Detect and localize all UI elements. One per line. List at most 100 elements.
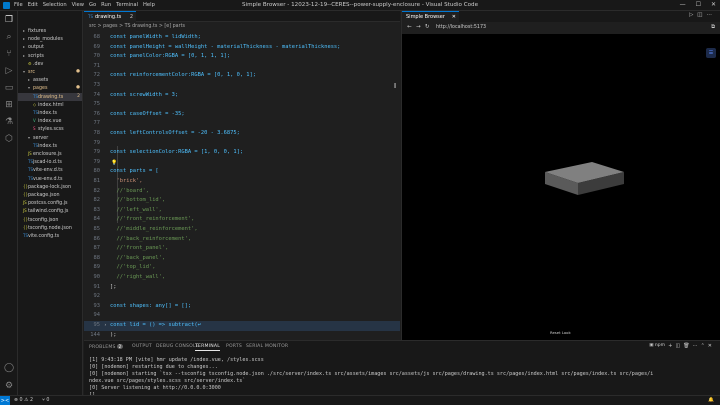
- code-line[interactable]: 82 //'board',: [84, 187, 400, 197]
- file-item[interactable]: Sstyles.scss: [18, 125, 82, 133]
- terminal-line[interactable]: ndex.vue src/pages/styles.scss src/serve…: [89, 378, 245, 385]
- tab-badge[interactable]: 2: [130, 12, 133, 22]
- code-line[interactable]: 70 const panelColor:RGBA = [0, 1, 1, 1];: [84, 52, 400, 62]
- file-item[interactable]: Vindex.vue: [18, 117, 82, 125]
- back-arrow-icon[interactable]: ←: [407, 24, 412, 30]
- folder-item[interactable]: ▸ fixtures: [18, 27, 82, 35]
- terminal-line[interactable]: [0] [nodemon] starting `tsx --tsconfig t…: [89, 371, 653, 378]
- file-item[interactable]: TSindex.ts: [18, 109, 82, 117]
- code-line[interactable]: 84 //'front_reinforcement',: [84, 215, 400, 225]
- code-line[interactable]: 89 //'top_lid',: [84, 263, 400, 273]
- editor-actions[interactable]: ▷◫⋯: [689, 12, 716, 18]
- panel-tab[interactable]: PROBLEMS 2: [89, 344, 124, 350]
- folder-item[interactable]: ▸ output: [18, 43, 82, 51]
- folder-item[interactable]: ▾ src ●: [18, 68, 82, 76]
- docker-icon[interactable]: ⬡: [4, 134, 14, 144]
- code-line[interactable]: 79: [84, 158, 400, 168]
- code-line[interactable]: 81 'brick',: [84, 177, 400, 187]
- forward-arrow-icon[interactable]: →: [416, 24, 421, 30]
- file-item[interactable]: ◇ index.html: [18, 101, 82, 109]
- file-item[interactable]: JSenclosure.js: [18, 150, 82, 158]
- menu-run[interactable]: Run: [101, 2, 111, 8]
- code-line[interactable]: 79: [84, 139, 400, 149]
- breadcrumb[interactable]: src > pages > TS drawing.ts > [e] parts: [84, 22, 400, 31]
- file-item[interactable]: {}tsconfig.node.json: [18, 224, 82, 232]
- code-line[interactable]: 73: [84, 81, 400, 91]
- 3d-model-viewport[interactable]: [402, 34, 720, 340]
- tab-simple-browser[interactable]: Simple Browser ✕: [402, 11, 459, 22]
- code-line[interactable]: 88 //'back_panel',: [84, 254, 400, 264]
- code-line[interactable]: 79 const selectionColor:RGBA = [1, 0, 0, …: [84, 148, 400, 158]
- problems-status[interactable]: ⊗ 0 ⚠ 2: [14, 396, 33, 405]
- file-item[interactable]: {}tsconfig.json: [18, 216, 82, 224]
- panel-tab[interactable]: DEBUG CONSOLE: [156, 344, 199, 349]
- settings-gear-icon[interactable]: ⚙: [4, 381, 14, 391]
- remote-indicator[interactable]: ><: [0, 396, 10, 405]
- file-item[interactable]: JSpostcss.config.js: [18, 199, 82, 207]
- close-window-button[interactable]: ✕: [711, 1, 716, 8]
- code-line[interactable]: 90 //'right_wall',: [84, 273, 400, 283]
- panel-tab[interactable]: TERMINAL: [195, 344, 220, 351]
- folder-item[interactable]: ▸ scripts: [18, 52, 82, 60]
- panel-tab[interactable]: SERIAL MONITOR: [246, 344, 288, 349]
- menu-help[interactable]: Help: [143, 2, 155, 8]
- file-item[interactable]: TSvite.config.ts: [18, 232, 82, 240]
- code-line[interactable]: 80 const parts = [: [84, 167, 400, 177]
- menu-file[interactable]: File: [14, 2, 23, 8]
- source-control-icon[interactable]: ⑂: [4, 49, 14, 59]
- url-input[interactable]: [436, 24, 636, 32]
- testing-icon[interactable]: ⚗: [4, 117, 14, 127]
- terminal-kind[interactable]: ▣ npm: [649, 343, 665, 348]
- code-line[interactable]: 75: [84, 100, 400, 110]
- menu-view[interactable]: View: [72, 2, 84, 8]
- code-line[interactable]: 83 //'left_wall',: [84, 206, 400, 216]
- ports-status[interactable]: ⑂ 0: [42, 396, 49, 405]
- remote-explorer-icon[interactable]: ▭: [4, 83, 14, 93]
- code-line[interactable]: 74 const screwWidth = 3;: [84, 91, 400, 101]
- code-line[interactable]: 93 const shapes: any[] = [];: [84, 302, 400, 312]
- browser-viewport[interactable]: ☰ Reset Look: [401, 34, 720, 340]
- lightbulb-icon[interactable]: 💡: [111, 160, 117, 166]
- code-line[interactable]: 69 const panelHeight = wallHeight - mater…: [84, 43, 400, 53]
- code-editor[interactable]: 68 const panelWidth = lidWidth; 69 const pa…: [84, 31, 400, 340]
- code-line[interactable]: 94: [84, 311, 400, 321]
- code-line[interactable]: 86 //'back_reinforcement',: [84, 235, 400, 245]
- panel-tab[interactable]: OUTPUT: [132, 344, 152, 349]
- menu-edit[interactable]: Edit: [28, 2, 38, 8]
- terminal-line[interactable]: [1] 9:43:18 PM [vite] hmr update /index.…: [89, 357, 264, 364]
- code-line[interactable]: 92: [84, 292, 400, 302]
- code-line[interactable]: 91];: [84, 283, 400, 293]
- file-item[interactable]: {}package.json: [18, 191, 82, 199]
- panel-actions[interactable]: +◫🗑⋯⌃✕: [668, 343, 715, 349]
- file-item[interactable]: TSjscad-io.d.ts: [18, 158, 82, 166]
- code-line[interactable]: 144);: [84, 331, 400, 340]
- folder-item[interactable]: ▸ node_modules: [18, 35, 82, 43]
- folder-item[interactable]: ▾ server: [18, 134, 82, 142]
- fold-chevron-icon[interactable]: ›: [104, 321, 107, 331]
- folder-item[interactable]: ▾ pages ●: [18, 84, 82, 92]
- code-line[interactable]: 82 //'bottom_lid',: [84, 196, 400, 206]
- run-debug-icon[interactable]: ▷: [4, 66, 14, 76]
- menu-selection[interactable]: Selection: [43, 2, 67, 8]
- code-line[interactable]: 68 const panelWidth = lidWidth;: [84, 33, 400, 43]
- maximize-button[interactable]: ☐: [696, 1, 701, 8]
- terminal-line[interactable]: [0] Server listening at http://0.0.0.0:3…: [89, 385, 221, 392]
- file-item[interactable]: JStailwind.config.js: [18, 207, 82, 215]
- explorer-icon[interactable]: ❐: [4, 15, 14, 25]
- menu-terminal[interactable]: Terminal: [116, 2, 138, 8]
- code-line[interactable]: 95 › const lid = () => subtract(↩: [84, 321, 400, 331]
- menu-go[interactable]: Go: [89, 2, 96, 8]
- reset-look-link[interactable]: Reset Look: [550, 330, 571, 335]
- code-line[interactable]: 76 const caseOffset = -35;: [84, 110, 400, 120]
- file-item[interactable]: {}package-lock.json: [18, 183, 82, 191]
- code-line[interactable]: 77: [84, 119, 400, 129]
- reload-icon[interactable]: ↻: [425, 24, 430, 30]
- file-item[interactable]: TSindex.ts: [18, 142, 82, 150]
- minimize-button[interactable]: —: [680, 1, 686, 8]
- file-item[interactable]: TSvite-env.d.ts: [18, 166, 82, 174]
- file-item[interactable]: TSvue-env.d.ts: [18, 175, 82, 183]
- extensions-icon[interactable]: ⊞: [4, 100, 14, 110]
- panel-tab[interactable]: PORTS: [226, 344, 242, 349]
- code-line[interactable]: 87 //'front_panel',: [84, 244, 400, 254]
- tab-drawing-ts[interactable]: TS drawing.ts 2: [84, 11, 136, 22]
